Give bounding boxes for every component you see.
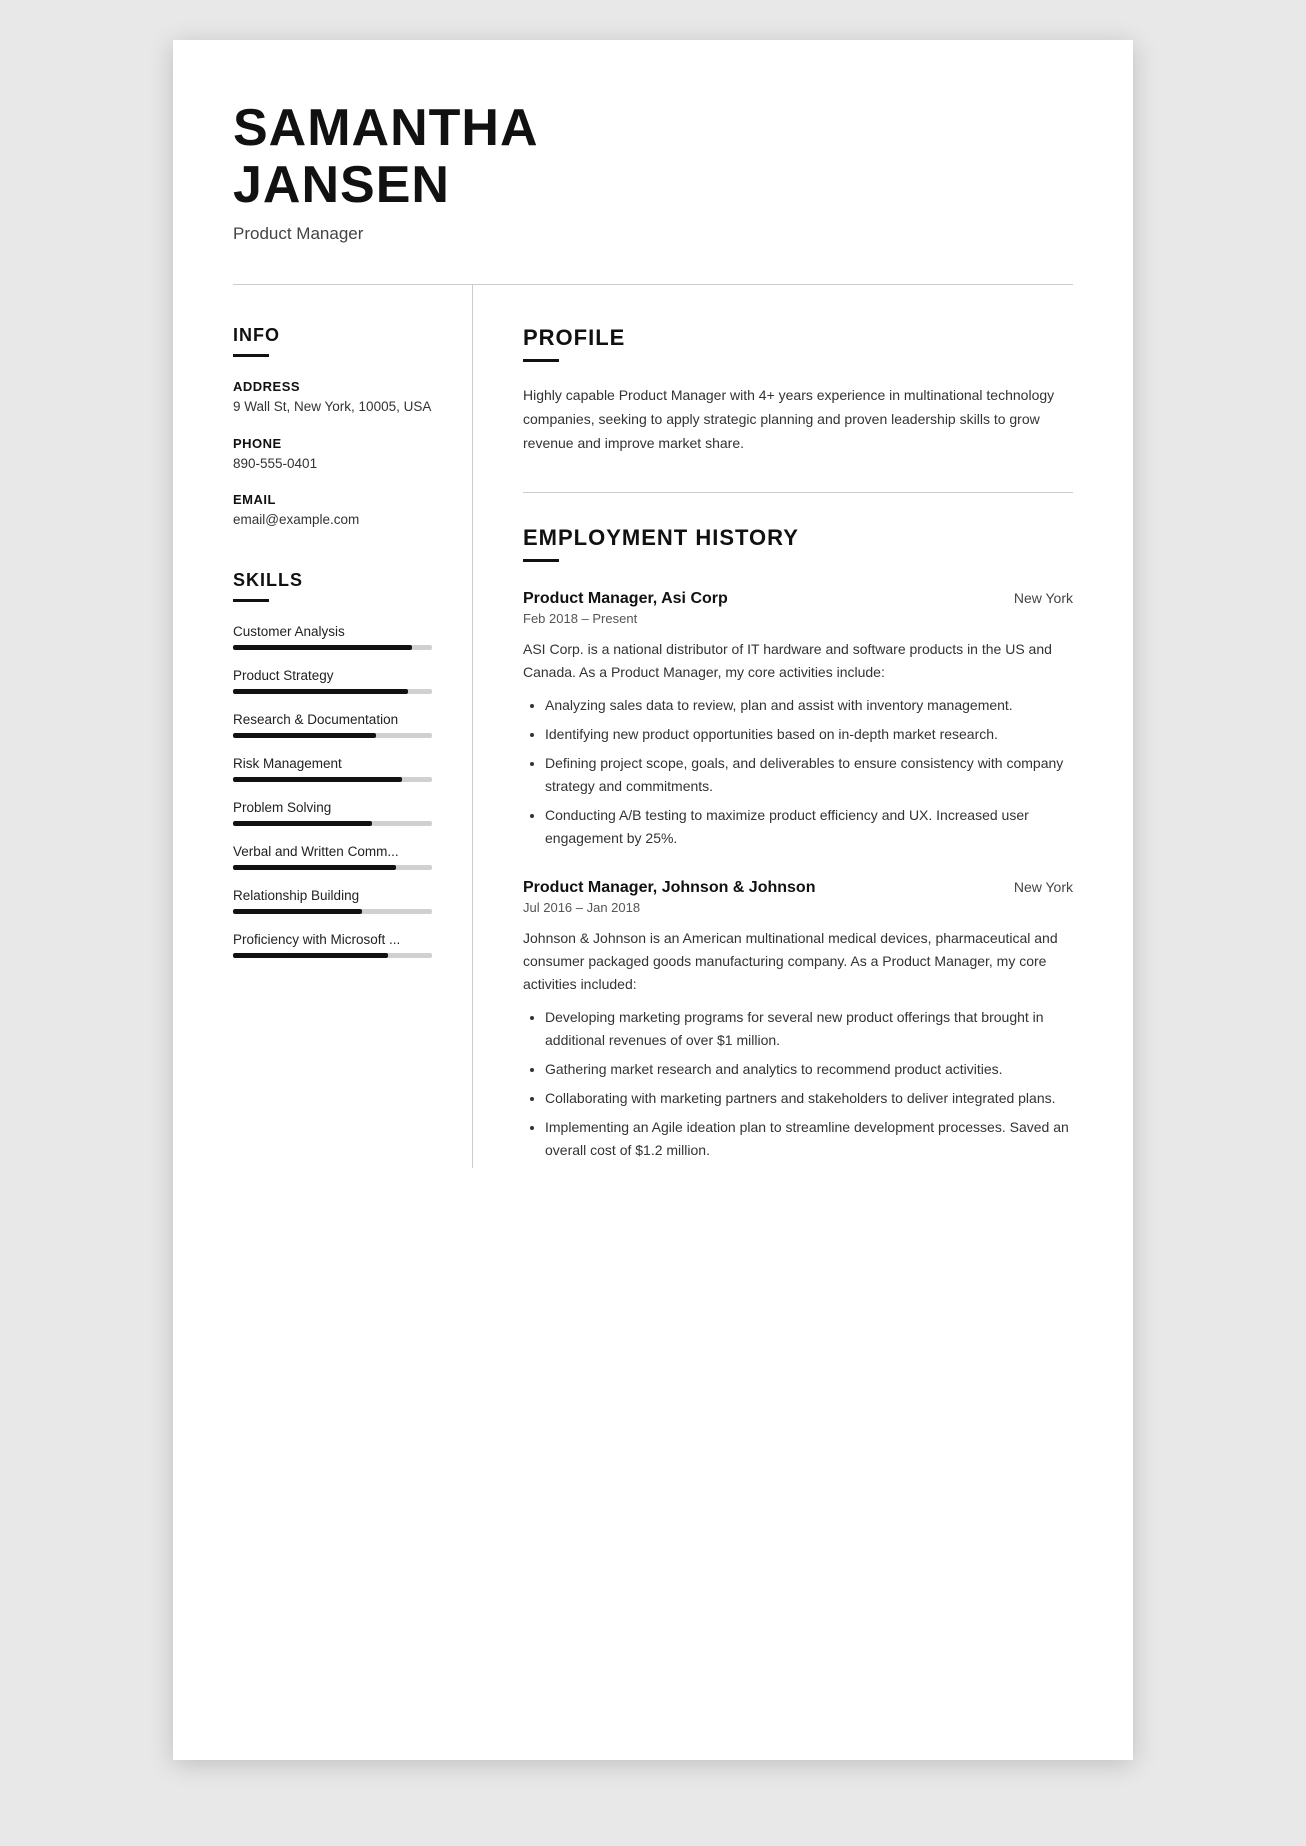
main-content: PROFILE Highly capable Product Manager w…	[473, 285, 1073, 1168]
job-title: Product Manager, Asi Corp	[523, 590, 728, 608]
job-location: New York	[1014, 590, 1073, 606]
skill-bar-fill	[233, 865, 396, 870]
skill-bar-fill	[233, 645, 412, 650]
skills-underline	[233, 599, 269, 602]
candidate-title: Product Manager	[233, 224, 1073, 244]
bullet-item: Analyzing sales data to review, plan and…	[545, 694, 1073, 717]
skill-item: Verbal and Written Comm...	[233, 844, 432, 870]
employment-section: EMPLOYMENT HISTORY Product Manager, Asi …	[523, 525, 1073, 1163]
job-bullets: Developing marketing programs for severa…	[523, 1006, 1073, 1163]
bullet-item: Gathering market research and analytics …	[545, 1058, 1073, 1081]
skill-item: Relationship Building	[233, 888, 432, 914]
skill-bar-bg	[233, 865, 432, 870]
sidebar: INFO ADDRESS 9 Wall St, New York, 10005,…	[233, 285, 473, 1168]
profile-section: PROFILE Highly capable Product Manager w…	[523, 325, 1073, 455]
job-header: Product Manager, Asi Corp New York	[523, 590, 1073, 608]
job-description: ASI Corp. is a national distributor of I…	[523, 638, 1073, 684]
address-value: 9 Wall St, New York, 10005, USA	[233, 397, 432, 417]
skill-name: Proficiency with Microsoft ...	[233, 932, 432, 947]
skill-name: Verbal and Written Comm...	[233, 844, 432, 859]
job-entry: Product Manager, Johnson & Johnson New Y…	[523, 879, 1073, 1163]
bullet-item: Developing marketing programs for severa…	[545, 1006, 1073, 1052]
profile-title: PROFILE	[523, 325, 1073, 351]
candidate-name: SAMANTHA JANSEN	[233, 100, 1073, 214]
skill-item: Product Strategy	[233, 668, 432, 694]
skill-bar-fill	[233, 689, 408, 694]
skill-bar-fill	[233, 777, 402, 782]
name-line1: SAMANTHA	[233, 99, 539, 157]
skill-item: Research & Documentation	[233, 712, 432, 738]
email-label: EMAIL	[233, 492, 432, 507]
skill-bar-fill	[233, 733, 376, 738]
skill-bar-bg	[233, 733, 432, 738]
job-entry: Product Manager, Asi Corp New York Feb 2…	[523, 590, 1073, 851]
skill-bar-bg	[233, 909, 432, 914]
skill-item: Risk Management	[233, 756, 432, 782]
bullet-item: Defining project scope, goals, and deliv…	[545, 752, 1073, 798]
email-value: email@example.com	[233, 510, 432, 530]
employment-underline	[523, 559, 559, 562]
name-line2: JANSEN	[233, 156, 450, 214]
job-bullets: Analyzing sales data to review, plan and…	[523, 694, 1073, 851]
phone-value: 890-555-0401	[233, 454, 432, 474]
bullet-item: Implementing an Agile ideation plan to s…	[545, 1116, 1073, 1162]
skill-name: Product Strategy	[233, 668, 432, 683]
resume-header: SAMANTHA JANSEN Product Manager	[233, 100, 1073, 274]
skill-name: Relationship Building	[233, 888, 432, 903]
profile-underline	[523, 359, 559, 362]
skill-bar-bg	[233, 645, 432, 650]
info-section-title: INFO	[233, 325, 432, 346]
job-location: New York	[1014, 879, 1073, 895]
skill-bar-bg	[233, 821, 432, 826]
skills-list: Customer Analysis Product Strategy Resea…	[233, 624, 432, 958]
job-dates: Feb 2018 – Present	[523, 611, 1073, 626]
skill-item: Proficiency with Microsoft ...	[233, 932, 432, 958]
job-header: Product Manager, Johnson & Johnson New Y…	[523, 879, 1073, 897]
job-dates: Jul 2016 – Jan 2018	[523, 900, 1073, 915]
phone-label: PHONE	[233, 436, 432, 451]
skill-name: Customer Analysis	[233, 624, 432, 639]
body-layout: INFO ADDRESS 9 Wall St, New York, 10005,…	[233, 285, 1073, 1168]
skill-item: Problem Solving	[233, 800, 432, 826]
profile-text: Highly capable Product Manager with 4+ y…	[523, 384, 1073, 455]
address-label: ADDRESS	[233, 379, 432, 394]
skill-item: Customer Analysis	[233, 624, 432, 650]
skill-bar-bg	[233, 953, 432, 958]
skills-section-title: SKILLS	[233, 570, 432, 591]
skill-bar-bg	[233, 689, 432, 694]
job-description: Johnson & Johnson is an American multina…	[523, 927, 1073, 996]
employment-title: EMPLOYMENT HISTORY	[523, 525, 1073, 551]
jobs-list: Product Manager, Asi Corp New York Feb 2…	[523, 590, 1073, 1163]
resume-document: SAMANTHA JANSEN Product Manager INFO ADD…	[173, 40, 1133, 1760]
skill-bar-bg	[233, 777, 432, 782]
main-divider	[523, 492, 1073, 493]
bullet-item: Collaborating with marketing partners an…	[545, 1087, 1073, 1110]
skill-name: Research & Documentation	[233, 712, 432, 727]
bullet-item: Conducting A/B testing to maximize produ…	[545, 804, 1073, 850]
skill-name: Problem Solving	[233, 800, 432, 815]
skill-bar-fill	[233, 909, 362, 914]
job-title: Product Manager, Johnson & Johnson	[523, 879, 815, 897]
info-underline	[233, 354, 269, 357]
skill-name: Risk Management	[233, 756, 432, 771]
skill-bar-fill	[233, 821, 372, 826]
skill-bar-fill	[233, 953, 388, 958]
skills-section: SKILLS Customer Analysis Product Strateg…	[233, 570, 432, 958]
bullet-item: Identifying new product opportunities ba…	[545, 723, 1073, 746]
